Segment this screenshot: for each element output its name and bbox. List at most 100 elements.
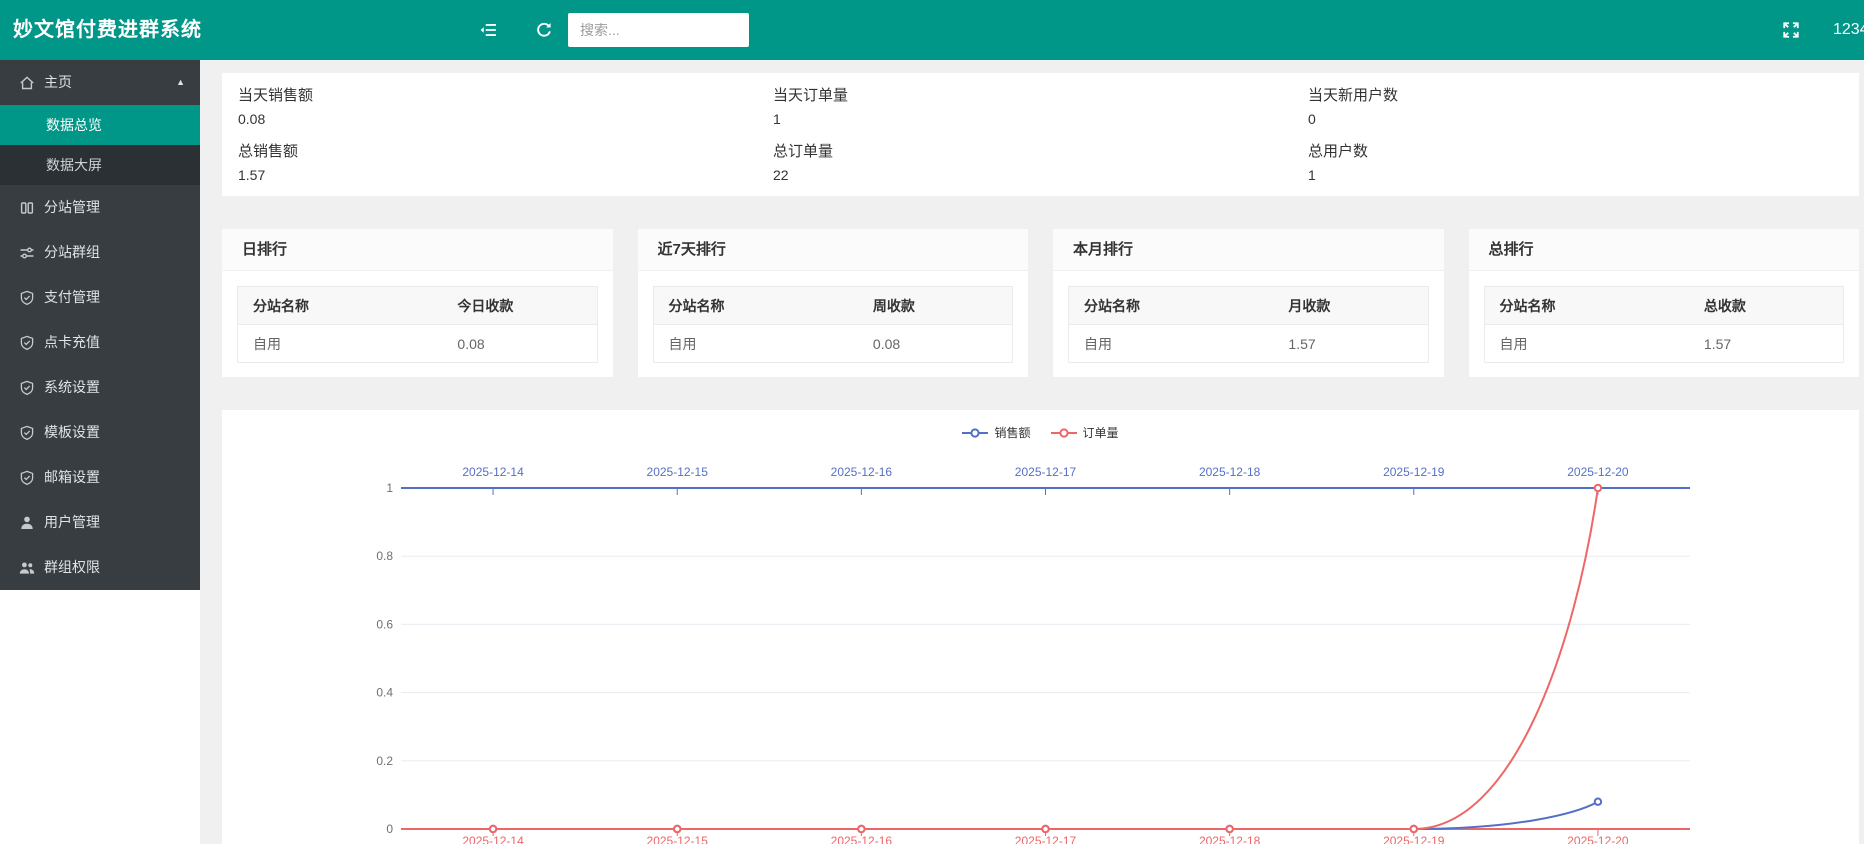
ranking-cards-row: 日排行分站名称今日收款自用0.08近7天排行分站名称周收款自用0.08本月排行分…: [221, 228, 1860, 378]
data-point-marker: [490, 826, 496, 832]
table-row: 自用0.08: [653, 325, 1013, 363]
table-cell: 自用: [1069, 325, 1274, 363]
app-header: 妙文馆付费进群系统 12345: [0, 0, 1864, 60]
ranking-col-header: 总收款: [1689, 287, 1844, 325]
table-cell: 自用: [238, 325, 443, 363]
sidebar-item-label: 系统设置: [44, 365, 100, 410]
table-row: 自用1.57: [1069, 325, 1429, 363]
sidebar-item-label: 分站群组: [44, 230, 100, 275]
sidebar-item-0[interactable]: 主页▲: [0, 60, 200, 105]
top-axis-date-label: 2025-12-15: [647, 465, 709, 479]
top-axis-date-label: 2025-12-18: [1199, 465, 1261, 479]
top-axis-date-label: 2025-12-19: [1383, 465, 1445, 479]
ranking-card-title: 总排行: [1469, 229, 1860, 271]
collapse-sidebar-icon[interactable]: [479, 21, 497, 39]
ranking-card-2: 本月排行分站名称月收款自用1.57: [1052, 228, 1445, 378]
sidebar-item-2[interactable]: 分站群组: [0, 230, 200, 275]
ranking-table: 分站名称总收款自用1.57: [1484, 286, 1845, 363]
data-point-marker: [1595, 485, 1601, 491]
legend-marker: [962, 428, 988, 438]
sidebar-subitem-0-0[interactable]: 数据总览: [0, 105, 200, 145]
sidebar-subitem-0-1[interactable]: 数据大屏: [0, 145, 200, 185]
stat-item: 当天订单量1: [773, 85, 1308, 129]
sidebar-item-7[interactable]: 邮箱设置: [0, 455, 200, 500]
stat-item: 总用户数1: [1308, 141, 1843, 185]
sidebar-item-label: 邮箱设置: [44, 455, 100, 500]
legend-item-订单量[interactable]: 订单量: [1051, 424, 1119, 441]
sidebar-item-3[interactable]: 支付管理: [0, 275, 200, 320]
stat-item: 当天新用户数0: [1308, 85, 1843, 129]
bottom-axis-date-label: 2025-12-16: [831, 834, 893, 844]
stat-label: 当天新用户数: [1308, 85, 1843, 107]
username-menu[interactable]: 12345: [1833, 0, 1864, 60]
stat-item: 当天销售额0.08: [238, 85, 773, 129]
fullscreen-icon[interactable]: [1782, 21, 1800, 39]
table-cell: 0.08: [858, 325, 1013, 363]
sidebar-item-1[interactable]: 分站管理: [0, 185, 200, 230]
sidebar-item-label: 支付管理: [44, 275, 100, 320]
stats-column-1: 当天订单量1 总订单量22: [773, 85, 1308, 197]
legend-label: 销售额: [994, 424, 1030, 441]
ranking-card-body: 分站名称今日收款自用0.08: [222, 271, 613, 378]
y-axis-label: 0: [386, 822, 393, 836]
refresh-icon[interactable]: [535, 21, 553, 39]
bottom-axis-date-label: 2025-12-15: [647, 834, 709, 844]
sidebar-item-4[interactable]: 点卡充值: [0, 320, 200, 365]
stat-value: 0: [1308, 109, 1843, 129]
shield-check-icon: [19, 335, 35, 351]
sales-orders-line-chart: 00.20.40.60.812025-12-142025-12-142025-1…: [222, 410, 1861, 844]
sidebar-submenu: 数据总览数据大屏: [0, 105, 200, 185]
ranking-card-title: 本月排行: [1053, 229, 1444, 271]
sidebar-item-label: 用户管理: [44, 500, 100, 545]
ranking-card-body: 分站名称周收款自用0.08: [638, 271, 1029, 378]
y-axis-label: 0.6: [376, 617, 393, 631]
ranking-col-header: 分站名称: [653, 287, 858, 325]
ranking-col-header: 分站名称: [1069, 287, 1274, 325]
columns-icon: [19, 200, 35, 216]
ranking-table: 分站名称周收款自用0.08: [653, 286, 1014, 363]
stat-item: 总订单量22: [773, 141, 1308, 185]
search-input[interactable]: [568, 13, 749, 47]
home-icon: [19, 75, 35, 91]
data-point-marker: [1226, 826, 1232, 832]
table-row: 自用0.08: [238, 325, 598, 363]
data-point-marker: [1042, 826, 1048, 832]
ranking-card-title: 近7天排行: [638, 229, 1029, 271]
stat-label: 总销售额: [238, 141, 773, 163]
ranking-card-title: 日排行: [222, 229, 613, 271]
series-line-订单量: [493, 488, 1598, 829]
shield-check-icon: [19, 290, 35, 306]
table-row: 自用1.57: [1484, 325, 1844, 363]
ranking-card-body: 分站名称总收款自用1.57: [1469, 271, 1860, 378]
stat-label: 当天订单量: [773, 85, 1308, 107]
legend-marker: [1051, 428, 1077, 438]
sidebar-item-6[interactable]: 模板设置: [0, 410, 200, 455]
sidebar-item-label: 点卡充值: [44, 320, 100, 365]
top-axis-date-label: 2025-12-16: [831, 465, 893, 479]
stat-label: 总用户数: [1308, 141, 1843, 163]
app-root: 妙文馆付费进群系统 12345 主页▲数据总览数据大屏分站管理分站群组支付管理点…: [0, 0, 1864, 844]
sidebar-item-label: 分站管理: [44, 185, 100, 230]
ranking-card-body: 分站名称月收款自用1.57: [1053, 271, 1444, 378]
stat-value: 1.57: [238, 165, 773, 185]
stats-column-0: 当天销售额0.08 总销售额1.57: [238, 85, 773, 197]
legend-item-销售额[interactable]: 销售额: [962, 424, 1030, 441]
shield-check-icon: [19, 425, 35, 441]
sidebar-item-5[interactable]: 系统设置: [0, 365, 200, 410]
top-axis-date-label: 2025-12-14: [462, 465, 524, 479]
y-axis-label: 0.4: [376, 686, 393, 700]
sidebar-item-9[interactable]: 群组权限: [0, 545, 200, 590]
bottom-axis-date-label: 2025-12-20: [1567, 834, 1629, 844]
stats-panel: 当天销售额0.08总销售额1.57当天订单量1总订单量22当天新用户数0总用户数…: [221, 72, 1860, 197]
table-cell: 自用: [653, 325, 858, 363]
stat-label: 当天销售额: [238, 85, 773, 107]
legend-label: 订单量: [1083, 424, 1119, 441]
ranking-col-header: 周收款: [858, 287, 1013, 325]
sidebar-item-label: 模板设置: [44, 410, 100, 455]
data-point-marker: [1411, 826, 1417, 832]
shield-check-icon: [19, 380, 35, 396]
ranking-col-header: 月收款: [1273, 287, 1428, 325]
sidebar-item-8[interactable]: 用户管理: [0, 500, 200, 545]
users-icon: [19, 560, 35, 576]
sliders-icon: [19, 245, 35, 261]
